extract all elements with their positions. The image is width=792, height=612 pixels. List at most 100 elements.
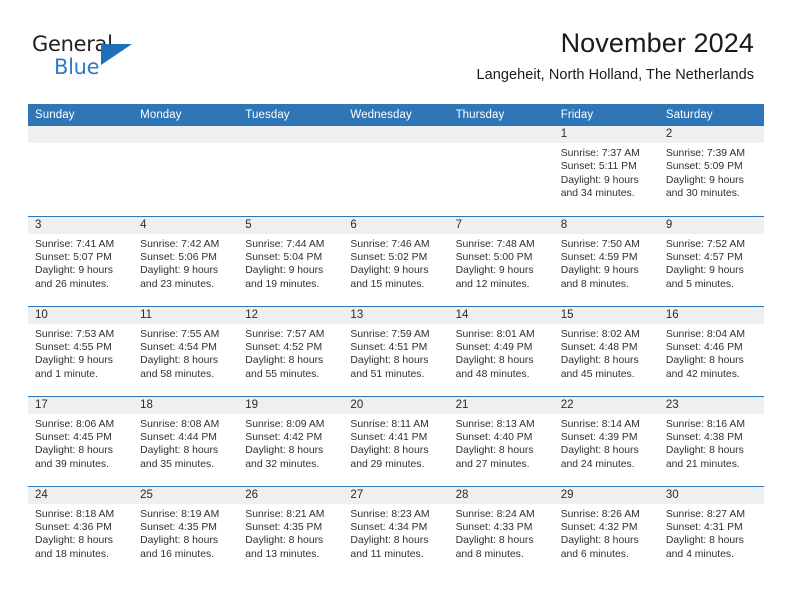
brand-logo[interactable]: General Blue <box>32 34 152 78</box>
day-details: Sunrise: 8:16 AM Sunset: 4:38 PM Daylight:… <box>659 414 764 472</box>
daylight-text-line2: and 35 minutes. <box>140 458 215 470</box>
sunrise-text: Sunrise: 8:23 AM <box>350 508 430 520</box>
sunrise-text: Sunrise: 8:16 AM <box>665 418 745 430</box>
calendar-day-cell[interactable]: 23 Sunrise: 8:16 AM Sunset: 4:38 PM Dayligh… <box>658 395 764 486</box>
day-details: Sunrise: 8:09 AM Sunset: 4:42 PM Daylight:… <box>238 414 343 472</box>
day-number: 11 <box>133 307 239 324</box>
day-number: 10 <box>28 307 134 324</box>
day-number: 21 <box>448 397 554 414</box>
sunset-text: Sunset: 4:54 PM <box>140 341 217 353</box>
sunrise-text: Sunrise: 7:59 AM <box>350 328 430 340</box>
calendar-day-cell[interactable]: 21 Sunrise: 8:13 AM Sunset: 4:40 PM Dayligh… <box>448 395 554 486</box>
day-details: Sunrise: 8:19 AM Sunset: 4:35 PM Daylight:… <box>133 504 238 562</box>
daylight-text-line2: and 42 minutes. <box>665 368 740 380</box>
day-number: 15 <box>553 307 659 324</box>
daylight-text-line1: Daylight: 8 hours <box>665 355 744 367</box>
sunset-text: Sunset: 4:34 PM <box>350 521 428 533</box>
sunrise-text: Sunrise: 8:11 AM <box>350 418 429 430</box>
calendar-day-cell[interactable]: 24 Sunrise: 8:18 AM Sunset: 4:36 PM Dayligh… <box>28 485 134 576</box>
weekday-header-wednesday: Wednesday <box>343 104 449 126</box>
day-number: 23 <box>658 397 764 414</box>
calendar-day-cell[interactable]: 8 Sunrise: 7:50 AM Sunset: 4:59 PM Daylight… <box>553 215 659 306</box>
daylight-text-line1: Daylight: 9 hours <box>560 265 639 277</box>
sunset-text: Sunset: 4:45 PM <box>35 431 112 443</box>
calendar-day-cell[interactable]: 6 Sunrise: 7:46 AM Sunset: 5:02 PM Daylight… <box>343 215 449 306</box>
calendar-day-cell[interactable]: 29 Sunrise: 8:26 AM Sunset: 4:32 PM Dayligh… <box>553 485 659 576</box>
daylight-text-line2: and 48 minutes. <box>455 368 530 380</box>
calendar-day-cell[interactable]: 12 Sunrise: 7:57 AM Sunset: 4:52 PM Dayligh… <box>238 305 344 396</box>
day-number: 3 <box>28 217 134 234</box>
sunrise-text: Sunrise: 7:37 AM <box>560 148 640 159</box>
daylight-text-line2: and 15 minutes. <box>350 278 425 290</box>
calendar-day-cell[interactable]: 10 Sunrise: 7:53 AM Sunset: 4:55 PM Dayligh… <box>28 305 134 396</box>
sunset-text: Sunset: 4:41 PM <box>350 431 428 443</box>
calendar-body: 1 Sunrise: 7:37 AM Sunset: 5:11 PM Daylight… <box>28 126 764 576</box>
calendar-day-cell[interactable]: 17 Sunrise: 8:06 AM Sunset: 4:45 PM Dayligh… <box>28 395 134 486</box>
calendar-day-cell[interactable]: 30 Sunrise: 8:27 AM Sunset: 4:31 PM Dayligh… <box>658 485 764 576</box>
calendar-day-cell[interactable]: 2 Sunrise: 7:39 AM Sunset: 5:09 PM Daylight… <box>658 126 764 216</box>
calendar-day-cell-empty <box>448 126 554 216</box>
daylight-text-line1: Daylight: 8 hours <box>350 355 429 367</box>
sunrise-text: Sunrise: 7:44 AM <box>245 238 325 250</box>
calendar-day-cell[interactable]: 25 Sunrise: 8:19 AM Sunset: 4:35 PM Dayligh… <box>133 485 239 576</box>
calendar-day-cell[interactable]: 14 Sunrise: 8:01 AM Sunset: 4:49 PM Dayligh… <box>448 305 554 396</box>
day-number: 29 <box>553 487 659 504</box>
sunrise-text: Sunrise: 7:53 AM <box>35 328 115 340</box>
daylight-text-line2: and 16 minutes. <box>140 548 215 560</box>
day-number: 12 <box>238 307 344 324</box>
sunrise-text: Sunrise: 8:21 AM <box>245 508 325 520</box>
daylight-text-line1: Daylight: 9 hours <box>560 174 639 186</box>
day-details: Sunrise: 7:39 AM Sunset: 5:09 PM Daylight:… <box>659 143 764 201</box>
day-details: Sunrise: 7:55 AM Sunset: 4:54 PM Daylight:… <box>133 324 238 382</box>
location-subtitle: Langeheit, North Holland, The Netherland… <box>476 67 754 84</box>
calendar-day-cell[interactable]: 22 Sunrise: 8:14 AM Sunset: 4:39 PM Dayligh… <box>553 395 659 486</box>
daylight-text-line2: and 30 minutes. <box>665 188 740 200</box>
day-number: 6 <box>343 217 449 234</box>
calendar-day-cell[interactable]: 13 Sunrise: 7:59 AM Sunset: 4:51 PM Dayligh… <box>343 305 449 396</box>
day-number: 9 <box>658 217 764 234</box>
title-block: November 2024 Langeheit, North Holland, … <box>477 28 754 84</box>
day-number: 22 <box>553 397 659 414</box>
daylight-text-line1: Daylight: 8 hours <box>245 355 324 367</box>
day-details: Sunrise: 8:08 AM Sunset: 4:44 PM Daylight:… <box>133 414 238 472</box>
sunrise-text: Sunrise: 8:02 AM <box>560 328 640 340</box>
day-number: 13 <box>343 307 449 324</box>
calendar-day-cell[interactable]: 1 Sunrise: 7:37 AM Sunset: 5:11 PM Daylight… <box>553 126 659 216</box>
calendar-day-cell[interactable]: 11 Sunrise: 7:55 AM Sunset: 4:54 PM Dayligh… <box>133 305 239 396</box>
sunset-text: Sunset: 5:11 PM <box>560 161 637 173</box>
calendar-day-cell[interactable]: 9 Sunrise: 7:52 AM Sunset: 4:57 PM Daylight… <box>658 215 764 306</box>
calendar-day-cell[interactable]: 7 Sunrise: 7:48 AM Sunset: 5:00 PM Daylight… <box>448 215 554 306</box>
calendar-day-cell[interactable]: 28 Sunrise: 8:24 AM Sunset: 4:33 PM Dayligh… <box>448 485 554 576</box>
calendar-day-cell[interactable]: 27 Sunrise: 8:23 AM Sunset: 4:34 PM Dayligh… <box>343 485 449 576</box>
sunset-text: Sunset: 4:36 PM <box>35 521 112 533</box>
day-number <box>238 126 344 143</box>
brand-name-general: General <box>32 32 113 56</box>
day-number: 19 <box>238 397 344 414</box>
calendar-day-cell[interactable]: 3 Sunrise: 7:41 AM Sunset: 5:07 PM Daylight… <box>28 215 134 306</box>
daylight-text-line1: Daylight: 8 hours <box>455 445 534 457</box>
calendar-day-cell[interactable]: 4 Sunrise: 7:42 AM Sunset: 5:06 PM Daylight… <box>133 215 239 306</box>
calendar-week-row: 17 Sunrise: 8:06 AM Sunset: 4:45 PM Dayligh… <box>28 395 764 486</box>
sunset-text: Sunset: 4:52 PM <box>245 341 323 353</box>
daylight-text-line1: Daylight: 9 hours <box>350 265 429 277</box>
day-details: Sunrise: 7:37 AM Sunset: 5:11 PM Daylight:… <box>554 143 659 201</box>
daylight-text-line1: Daylight: 9 hours <box>140 265 219 277</box>
sunset-text: Sunset: 5:09 PM <box>665 161 743 173</box>
calendar-day-cell[interactable]: 19 Sunrise: 8:09 AM Sunset: 4:42 PM Dayligh… <box>238 395 344 486</box>
sunset-text: Sunset: 4:33 PM <box>455 521 533 533</box>
calendar-day-cell[interactable]: 15 Sunrise: 8:02 AM Sunset: 4:48 PM Dayligh… <box>553 305 659 396</box>
sunrise-text: Sunrise: 8:19 AM <box>140 508 220 520</box>
page-title: November 2024 <box>560 28 754 58</box>
day-number: 5 <box>238 217 344 234</box>
calendar-day-cell[interactable]: 16 Sunrise: 8:04 AM Sunset: 4:46 PM Dayligh… <box>658 305 764 396</box>
calendar-day-cell[interactable]: 5 Sunrise: 7:44 AM Sunset: 5:04 PM Daylight… <box>238 215 344 306</box>
daylight-text-line1: Daylight: 8 hours <box>245 535 324 547</box>
weekday-header-monday: Monday <box>133 104 239 126</box>
calendar-day-cell[interactable]: 26 Sunrise: 8:21 AM Sunset: 4:35 PM Dayligh… <box>238 485 344 576</box>
calendar-day-cell[interactable]: 18 Sunrise: 8:08 AM Sunset: 4:44 PM Dayligh… <box>133 395 239 486</box>
weekday-header-thursday: Thursday <box>448 104 554 126</box>
sunset-text: Sunset: 4:38 PM <box>665 431 743 443</box>
day-details: Sunrise: 7:59 AM Sunset: 4:51 PM Daylight:… <box>343 324 448 382</box>
calendar-day-cell[interactable]: 20 Sunrise: 8:11 AM Sunset: 4:41 PM Dayligh… <box>343 395 449 486</box>
daylight-text-line2: and 6 minutes. <box>560 548 629 560</box>
